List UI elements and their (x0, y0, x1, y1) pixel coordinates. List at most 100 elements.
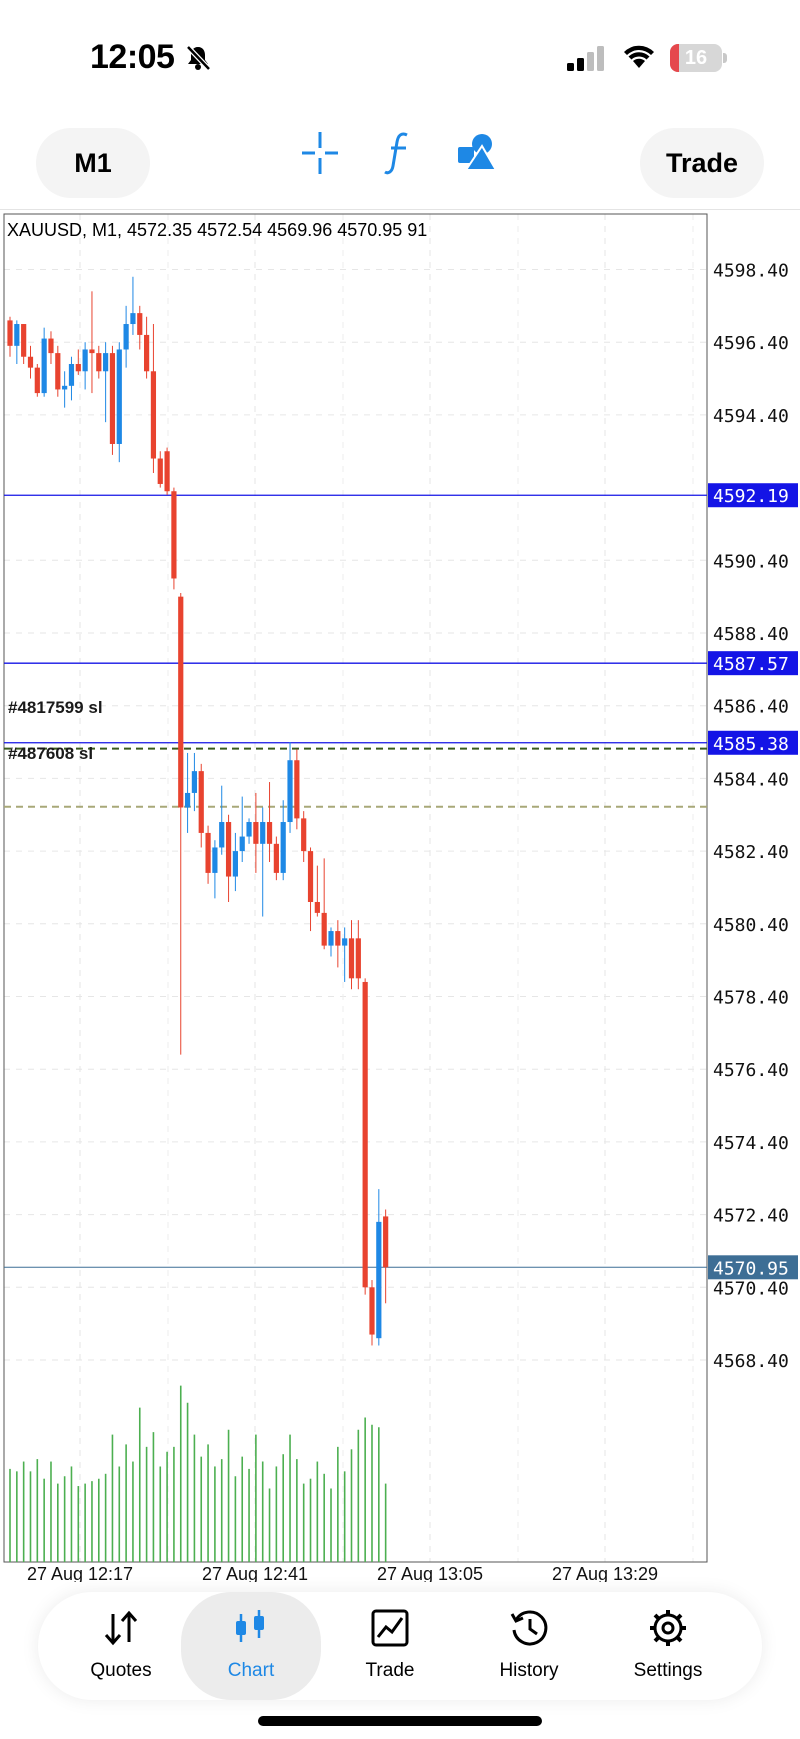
bell-slash-icon (186, 45, 211, 71)
time-axis-label: 27 Aug 12:17 (27, 1564, 133, 1582)
candle-body (362, 981, 368, 1288)
nav-history[interactable]: History (459, 1592, 599, 1700)
timeframe-button[interactable]: M1 (36, 128, 150, 198)
price-axis-label: 4588.40 (713, 624, 789, 645)
candle-body (164, 451, 170, 492)
candle-body (75, 364, 81, 372)
candle-body (253, 822, 259, 844)
status-bar: 12:05 16 (0, 0, 800, 110)
time-axis-label: 27 Aug 12:41 (202, 1564, 308, 1582)
objects-icon[interactable] (456, 130, 498, 176)
candle-body (328, 931, 334, 946)
candle-body (62, 385, 68, 390)
nav-chart[interactable]: Chart (181, 1592, 321, 1700)
candle-body (96, 353, 102, 372)
candle-body (294, 760, 300, 819)
candle-body (184, 792, 191, 808)
candle-body (212, 847, 218, 873)
candle-body (342, 938, 348, 946)
price-axis-label: 4598.40 (713, 261, 789, 282)
crosshair-icon[interactable] (300, 130, 340, 176)
candle-body (246, 822, 252, 837)
candle-body (321, 912, 327, 946)
nav-settings[interactable]: Settings (598, 1592, 738, 1700)
nav-label: History (499, 1660, 559, 1681)
candle-body (171, 491, 177, 579)
price-chart[interactable]: 4598.40 4596.40 4594.40 4590.40 4588.40 4586.… (0, 212, 800, 1582)
level-price-label: 4570.95 (713, 1258, 789, 1279)
candle-body (273, 843, 279, 873)
candle-body (103, 353, 109, 372)
nav-trade[interactable]: Trade (320, 1592, 460, 1700)
bottom-navigation: Quotes Chart Trade History Settings (38, 1592, 762, 1700)
candle-body (68, 364, 75, 386)
status-time: 12:05 (90, 38, 175, 76)
quotes-icon (104, 1610, 138, 1646)
candle-body (123, 324, 129, 350)
price-axis-label: 4596.40 (713, 333, 789, 354)
candle-body (191, 771, 198, 793)
battery-level: 16 (684, 47, 708, 69)
chart-canvas[interactable]: 4598.40 4596.40 4594.40 4590.40 4588.40 4586.… (0, 212, 800, 1582)
candle-body (89, 349, 95, 354)
candle-body (266, 822, 273, 844)
candle-body (376, 1221, 382, 1339)
nav-label: Settings (633, 1660, 703, 1681)
price-axis-label: 4574.40 (713, 1133, 789, 1154)
candle-body (130, 313, 136, 325)
candle-body (198, 771, 204, 833)
candle-body (355, 938, 361, 979)
trade-button[interactable]: Trade (640, 128, 764, 198)
nav-label: Chart (227, 1660, 275, 1681)
candle-body (301, 818, 307, 852)
price-axis-label: 4594.40 (713, 406, 789, 427)
candle-body (21, 324, 27, 357)
price-axis-label: 4576.40 (713, 1060, 789, 1081)
candle-body (41, 338, 47, 394)
home-indicator (258, 1716, 542, 1726)
indicators-icon[interactable] (382, 130, 414, 176)
candle-body (383, 1216, 389, 1268)
candle-body (178, 596, 184, 808)
candle-body (232, 851, 238, 877)
candle-body (34, 367, 40, 394)
order-tag-sl-2: #487608 sl (8, 744, 94, 763)
nav-quotes[interactable]: Quotes (51, 1592, 191, 1700)
candle-body (287, 760, 293, 823)
chart-icon (236, 1610, 264, 1642)
battery-indicator: 16 (670, 44, 727, 72)
nav-label: Quotes (90, 1660, 152, 1681)
order-tag-sl-1: #4817599 sl (8, 698, 103, 717)
candle-body (116, 349, 122, 444)
candle-body (157, 458, 163, 484)
time-axis-label: 27 Aug 13:05 (377, 1564, 483, 1582)
candle-body (205, 832, 211, 873)
level-price-label: 4585.38 (713, 734, 789, 755)
price-axis-label: 4568.40 (713, 1351, 789, 1372)
candle-body (27, 356, 34, 368)
price-axis-label: 4580.40 (713, 915, 789, 936)
candle-body (55, 353, 61, 390)
candle-body (280, 822, 286, 873)
nav-label: Trade (365, 1660, 415, 1681)
price-axis-label: 4582.40 (713, 842, 789, 863)
candle-body (144, 334, 150, 372)
settings-icon (650, 1610, 686, 1646)
candle-body (335, 931, 341, 946)
candle-body (260, 822, 266, 844)
price-axis-label: 4584.40 (713, 769, 789, 790)
history-icon (510, 1610, 548, 1646)
candle-body (307, 851, 314, 902)
time-axis-label: 27 Aug 13:29 (552, 1564, 658, 1582)
candle-body (109, 353, 116, 444)
candle-body (82, 349, 88, 372)
candle-body (348, 938, 355, 979)
candle-body (314, 901, 320, 913)
level-price-label: 4587.57 (713, 654, 789, 675)
price-axis-label: 4578.40 (713, 988, 789, 1009)
candle-body (14, 324, 20, 346)
candle-body (369, 1287, 375, 1335)
candle-body (219, 822, 225, 848)
candle-body (48, 338, 54, 354)
candle-body (225, 822, 232, 877)
